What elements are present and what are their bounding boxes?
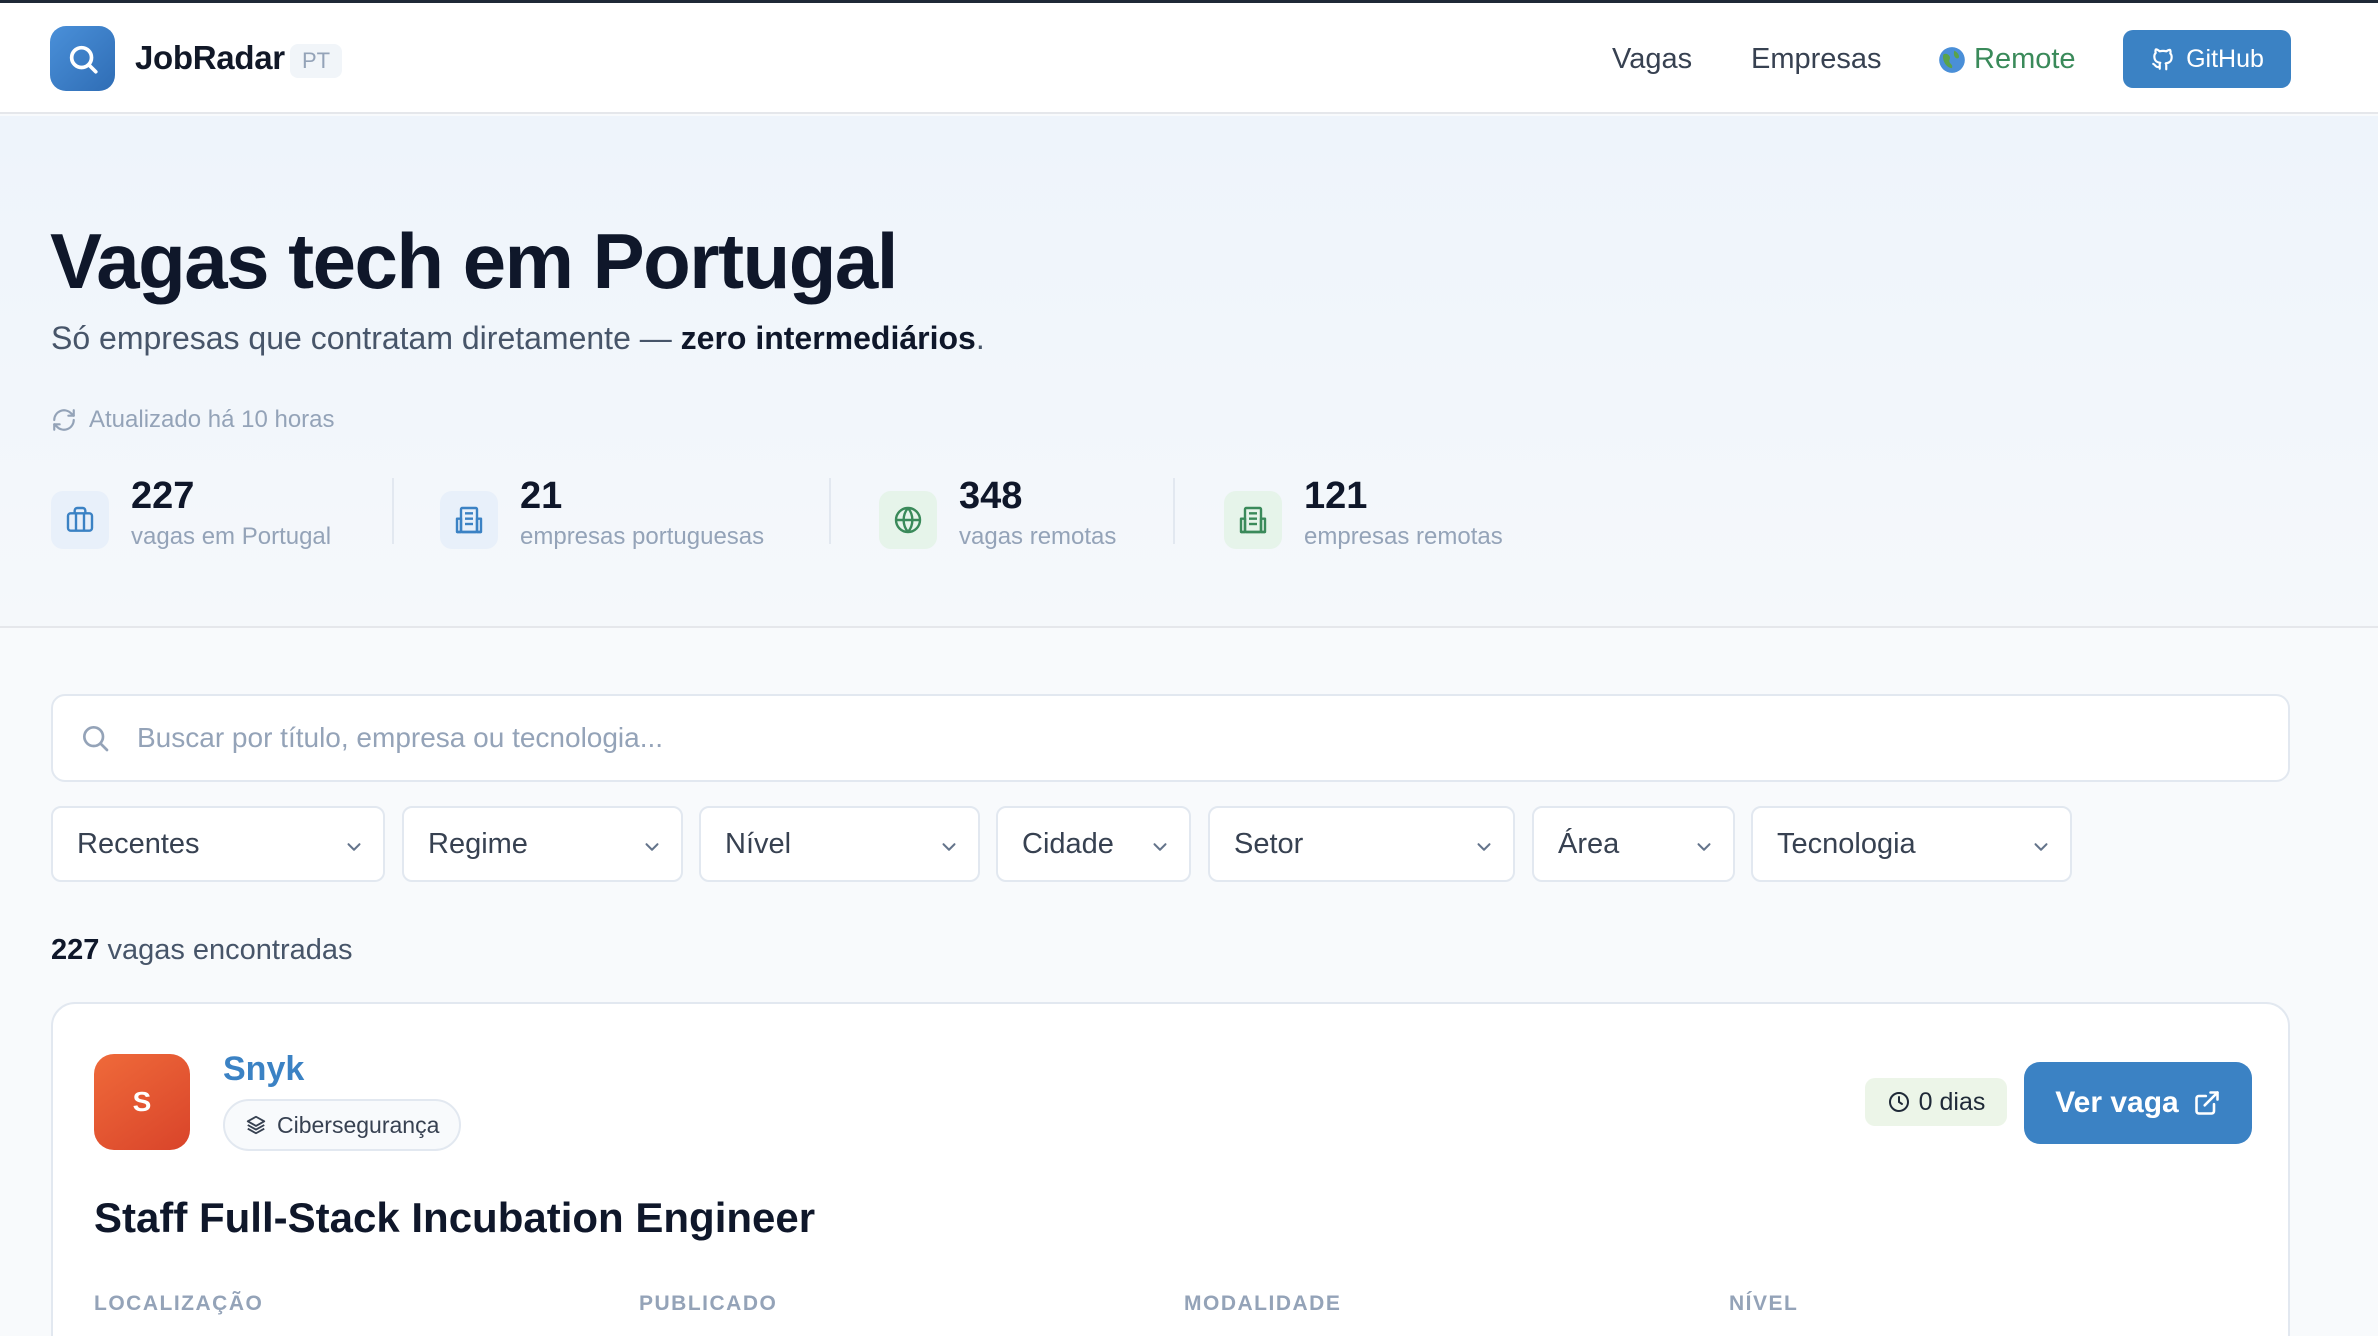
nav-vagas[interactable]: Vagas [1612, 43, 1692, 76]
page-subtitle: Só empresas que contratam diretamente — … [51, 320, 985, 357]
job-title[interactable]: Staff Full-Stack Incubation Engineer [94, 1194, 815, 1242]
last-updated: Atualizado há 10 horas [51, 406, 335, 434]
country-badge: PT [290, 44, 343, 78]
search-icon [83, 726, 109, 752]
chevron-down-icon [942, 843, 956, 851]
meta-label-level: NÍVEL [1729, 1292, 1799, 1315]
github-icon [2152, 48, 2173, 71]
stat-divider [392, 478, 394, 544]
job-card[interactable]: S Snyk Cibersegurança 0 dias Ver vaga St… [51, 1002, 2290, 1336]
view-job-label: Ver vaga [2055, 1086, 2179, 1119]
stat-value: 348 [959, 475, 1023, 517]
stat-label: vagas remotas [959, 523, 1117, 550]
hero-section: Vagas tech em Portugal Só empresas que c… [0, 116, 2378, 628]
top-nav-bar: JobRadar PT Vagas Empresas Remote GitHub [0, 3, 2378, 114]
posted-age-badge: 0 dias [1865, 1078, 2007, 1126]
technology-select[interactable]: Tecnologia [1751, 806, 2072, 882]
results-count-number: 227 [51, 934, 100, 966]
chevron-down-icon [1477, 843, 1491, 851]
briefcase-icon [66, 506, 94, 532]
stat-value: 121 [1304, 475, 1368, 517]
chevron-down-icon [2034, 843, 2048, 851]
sector-select[interactable]: Setor [1208, 806, 1515, 882]
view-job-button[interactable]: Ver vaga [2024, 1062, 2252, 1144]
sector-chip: Cibersegurança [223, 1099, 462, 1151]
refresh-icon [53, 409, 75, 431]
building-icon [1239, 506, 1267, 534]
meta-label-location: LOCALIZAÇÃO [94, 1292, 264, 1315]
technology-select-value: Tecnologia [1777, 828, 1916, 860]
logo[interactable] [50, 26, 115, 91]
sector-chip-label: Cibersegurança [277, 1111, 440, 1138]
last-updated-text: Atualizado há 10 horas [89, 406, 335, 433]
stat-label: vagas em Portugal [131, 523, 332, 550]
results-count: 227 vagas encontradas [51, 934, 353, 967]
subtitle-suffix: . [975, 320, 985, 356]
nav-remote[interactable]: Remote [1938, 43, 2076, 76]
clock-icon [1888, 1092, 1909, 1112]
stat-value: 21 [520, 475, 563, 517]
layers-icon [246, 1115, 266, 1135]
nav-empresas[interactable]: Empresas [1751, 43, 1882, 76]
search-input[interactable] [137, 722, 2237, 754]
regime-select[interactable]: Regime [402, 806, 683, 882]
results-count-label: vagas encontradas [99, 934, 353, 966]
company-name-link[interactable]: Snyk [223, 1050, 304, 1089]
stat-divider [829, 478, 831, 544]
globe-icon [894, 506, 922, 534]
company-logo: S [94, 1054, 190, 1150]
search-box[interactable] [51, 694, 2290, 782]
city-select-value: Cidade [1022, 828, 1114, 860]
regime-select-value: Regime [428, 828, 528, 860]
external-link-icon [2194, 1091, 2219, 1115]
sort-select[interactable]: Recentes [51, 806, 385, 882]
stat-divider [1173, 478, 1175, 544]
level-select-value: Nível [725, 828, 792, 860]
chevron-down-icon [1697, 843, 1711, 851]
subtitle-prefix: Só empresas que contratam diretamente — [51, 320, 681, 356]
page-title: Vagas tech em Portugal [50, 217, 898, 305]
globe-emoji-icon [1939, 46, 1965, 73]
chevron-down-icon [645, 843, 659, 851]
sector-select-value: Setor [1234, 828, 1304, 860]
posted-age-text: 0 dias [1918, 1087, 1986, 1116]
subtitle-emphasis: zero intermediários [680, 320, 976, 356]
sort-select-value: Recentes [77, 828, 200, 860]
meta-label-mode: MODALIDADE [1184, 1292, 1342, 1315]
stat-label: empresas portuguesas [520, 523, 765, 550]
nav-remote-label: Remote [1974, 43, 2076, 75]
area-select-value: Área [1558, 828, 1620, 860]
chevron-down-icon [347, 843, 361, 851]
building-icon [455, 506, 483, 534]
github-button[interactable]: GitHub [2123, 30, 2291, 88]
stat-value: 227 [131, 475, 195, 517]
stat-label: empresas remotas [1304, 523, 1503, 550]
chevron-down-icon [1153, 843, 1167, 851]
meta-label-published: PUBLICADO [639, 1292, 778, 1315]
city-select[interactable]: Cidade [996, 806, 1191, 882]
area-select[interactable]: Área [1532, 806, 1735, 882]
search-icon [69, 45, 98, 74]
brand-name[interactable]: JobRadar [135, 39, 285, 77]
level-select[interactable]: Nível [699, 806, 980, 882]
github-label: GitHub [2186, 44, 2264, 73]
